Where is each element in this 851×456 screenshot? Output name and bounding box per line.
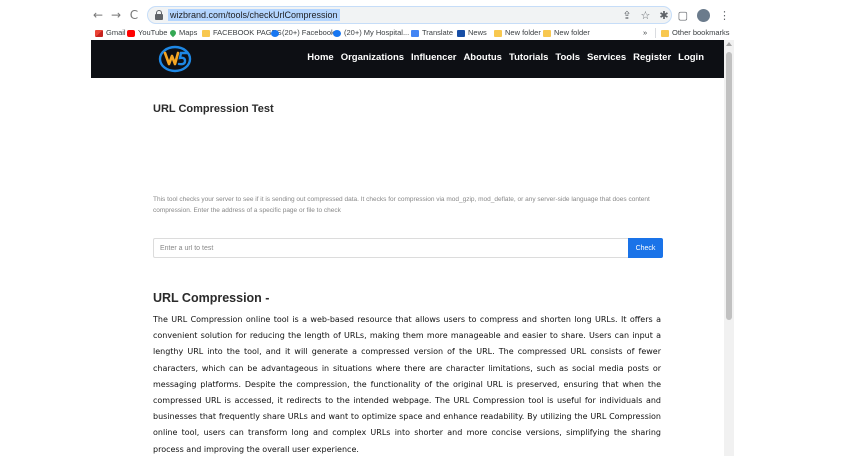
nav-organizations[interactable]: Organizations: [341, 52, 404, 63]
folder-icon: [661, 29, 669, 37]
nav-aboutus[interactable]: Aboutus: [463, 52, 502, 63]
browser-toolbar: ← → C wizbrand.com/tools/checkUrlCompres…: [91, 6, 734, 26]
bookmarks-divider: [655, 28, 656, 38]
page-title: URL Compression Test: [153, 103, 274, 115]
site-menu: Home Organizations Influencer Aboutus Tu…: [307, 52, 704, 63]
forward-arrow-icon[interactable]: →: [109, 8, 123, 22]
browser-chrome: ← → C wizbrand.com/tools/checkUrlCompres…: [91, 0, 734, 40]
share-icon[interactable]: ⇪: [622, 9, 631, 22]
lock-icon[interactable]: [155, 10, 163, 20]
bookmark-youtube[interactable]: YouTube: [127, 27, 167, 39]
check-button[interactable]: Check: [628, 238, 663, 258]
bookmark-new-folder-2[interactable]: New folder: [543, 27, 590, 39]
bookmark-translate[interactable]: Translate: [411, 27, 453, 39]
bookmark-facebook-pages[interactable]: FACEBOOK PAGES: [202, 27, 282, 39]
address-bar-url[interactable]: wizbrand.com/tools/checkUrlCompression: [168, 9, 340, 21]
back-arrow-icon[interactable]: ←: [91, 8, 105, 22]
folder-icon: [543, 29, 551, 37]
bookmark-maps[interactable]: Maps: [168, 27, 197, 39]
url-check-form: Check: [153, 238, 663, 258]
facebook-icon: [333, 29, 341, 37]
tool-description: This tool checks your server to see if i…: [153, 196, 650, 214]
bookmarks-bar: Gmail YouTube Maps FACEBOOK PAGES (20+) …: [91, 27, 734, 39]
nav-tutorials[interactable]: Tutorials: [509, 52, 548, 63]
bookmark-news[interactable]: News: [457, 27, 487, 39]
wizbrand-logo[interactable]: [157, 44, 193, 74]
bookmark-new-folder-1[interactable]: New folder: [494, 27, 541, 39]
nav-login[interactable]: Login: [678, 52, 704, 63]
news-icon: [457, 29, 465, 37]
bookmarks-overflow-button[interactable]: »: [643, 27, 647, 39]
translate-icon: [411, 29, 419, 37]
bookmark-my-hospital[interactable]: (20+) My Hospital...: [333, 27, 409, 39]
folder-icon: [202, 29, 210, 37]
bookmark-other-bookmarks[interactable]: Other bookmarks: [661, 27, 730, 39]
folder-icon: [494, 29, 502, 37]
nav-services[interactable]: Services: [587, 52, 626, 63]
scroll-up-arrow-icon[interactable]: [726, 42, 732, 46]
section-body: The URL Compression online tool is a web…: [153, 315, 661, 454]
web-page: Home Organizations Influencer Aboutus Tu…: [91, 40, 724, 456]
browser-menu-icon[interactable]: ⋮: [719, 9, 730, 22]
extensions-puzzle-icon[interactable]: ✱: [659, 9, 668, 22]
bookmark-star-icon[interactable]: ☆: [641, 9, 651, 22]
reload-icon[interactable]: C: [127, 8, 141, 22]
site-navbar: Home Organizations Influencer Aboutus Tu…: [91, 40, 724, 78]
profile-avatar-icon[interactable]: [697, 8, 710, 22]
toolbar-actions: ⇪ ☆ ✱ ▢ ⋮: [622, 8, 730, 22]
section-title: URL Compression -: [153, 291, 270, 305]
side-panel-icon[interactable]: ▢: [678, 9, 688, 22]
nav-home[interactable]: Home: [307, 52, 333, 63]
bookmark-facebook[interactable]: (20+) Facebook: [271, 27, 335, 39]
nav-influencer[interactable]: Influencer: [411, 52, 456, 63]
page-scrollbar[interactable]: [724, 40, 734, 456]
url-input[interactable]: [153, 238, 628, 258]
maps-icon: [168, 28, 178, 38]
nav-tools[interactable]: Tools: [555, 52, 580, 63]
bookmark-gmail[interactable]: Gmail: [95, 27, 126, 39]
facebook-icon: [271, 29, 279, 37]
youtube-icon: [127, 29, 135, 37]
gmail-icon: [95, 29, 103, 37]
scrollbar-thumb[interactable]: [726, 52, 732, 320]
address-bar[interactable]: wizbrand.com/tools/checkUrlCompression: [147, 6, 672, 24]
nav-register[interactable]: Register: [633, 52, 671, 63]
